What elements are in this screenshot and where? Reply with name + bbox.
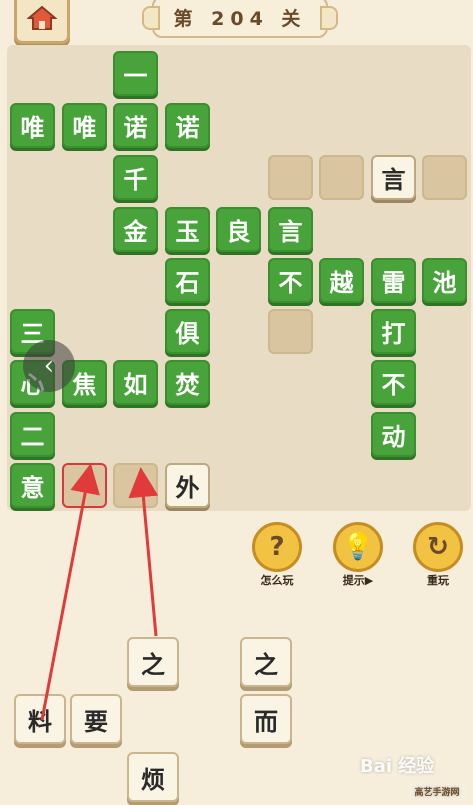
board-tile[interactable]: 外 [165,463,210,508]
board-tile: 意 [10,463,55,508]
lightbulb-icon: 💡 [333,522,383,572]
how-to-play-button[interactable]: ? 怎么玩 [249,522,305,588]
home-button[interactable] [14,0,70,44]
puzzle-board: 一唯唯诺诺千言金玉良言石不越雷池三俱打心焦如焚不二动意外 [7,45,471,511]
level-title: 第 204 关 [142,0,338,38]
choice-tile[interactable]: 之 [127,637,179,687]
restart-button[interactable]: ↻ 重玩 [410,522,466,588]
board-tile: 越 [319,258,364,303]
watermark-text: Bai 经验 [360,756,435,777]
board-tile: 良 [216,207,261,252]
board-tile: 二 [10,412,55,457]
empty-slot[interactable] [268,309,313,354]
board-tile: 唯 [62,103,107,148]
board-tile[interactable]: 言 [371,155,416,200]
watermark-sub: 高艺手游网 [406,782,468,800]
choice-tile[interactable]: 烦 [127,752,179,802]
board-tile: 金 [113,207,158,252]
board-tile: 石 [165,258,210,303]
restart-label: 重玩 [427,574,449,587]
empty-slot[interactable] [422,155,467,200]
board-tile: 如 [113,360,158,405]
arrow-to-slot-1 [40,463,100,721]
question-icon: ? [252,522,302,572]
level-label: 第 204 关 [173,7,307,30]
choice-tile[interactable]: 要 [70,694,122,744]
home-icon [27,5,57,30]
board-tile: 雷 [371,258,416,303]
board-tile: 千 [113,155,158,200]
board-tile: 言 [268,207,313,252]
restart-icon: ↻ [413,522,463,572]
selected-empty-slot[interactable] [62,463,107,508]
chevron-left-icon: ‹ [43,351,55,381]
choice-tile[interactable]: 料 [14,694,66,744]
back-arrow-button[interactable]: ‹ [23,340,75,392]
watermark: Bai 经验 高艺手游网 [360,752,470,802]
empty-slot[interactable] [113,463,158,508]
how-to-play-label: 怎么玩 [260,574,294,587]
board-tile: 不 [268,258,313,303]
empty-slot[interactable] [268,155,313,200]
board-tile: 动 [371,412,416,457]
board-tile: 诺 [113,103,158,148]
board-tile: 不 [371,360,416,405]
board-tile: 唯 [10,103,55,148]
choice-tile[interactable]: 之 [240,637,292,687]
empty-slot[interactable] [319,155,364,200]
choice-tile[interactable]: 而 [240,694,292,744]
board-tile: 一 [113,51,158,96]
board-tile: 俱 [165,309,210,354]
board-tile: 焚 [165,360,210,405]
board-tile: 池 [422,258,467,303]
board-tile: 诺 [165,103,210,148]
hint-button[interactable]: 💡 提示▶ [330,522,386,588]
board-tile: 玉 [165,207,210,252]
board-tile: 打 [371,309,416,354]
hint-label: 提示▶ [342,574,374,587]
